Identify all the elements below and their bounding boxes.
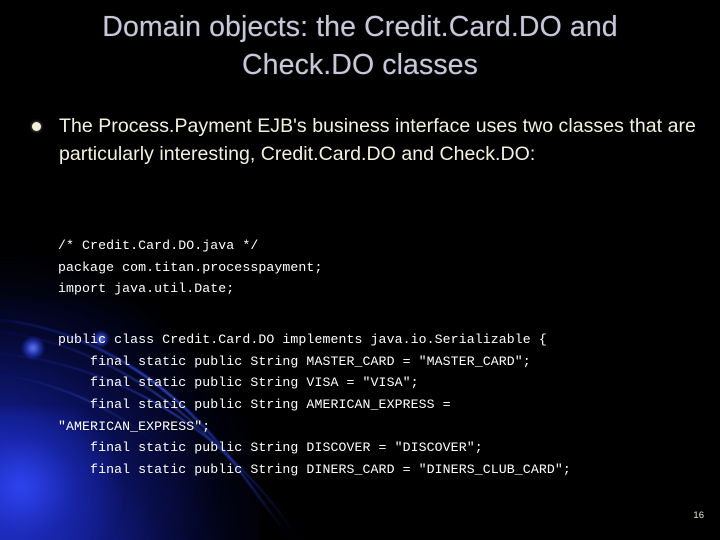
code-line: final static public String MASTER_CARD =… <box>58 353 531 369</box>
bullet-list: The Process.Payment EJB's business inter… <box>28 113 698 168</box>
list-item: The Process.Payment EJB's business inter… <box>28 113 698 168</box>
code-line: package com.titan.processpayment; <box>58 259 323 275</box>
bullet-point-icon <box>32 122 41 131</box>
code-line: "AMERICAN_EXPRESS"; <box>58 418 211 434</box>
slide-title: Domain objects: the Credit.Card.DO and C… <box>102 11 618 81</box>
code-line: final static public String AMERICAN_EXPR… <box>58 396 451 412</box>
bullet-item-label: The Process.Payment EJB's business inter… <box>59 115 696 165</box>
code-line: /* Credit.Card.DO.java */ <box>58 238 259 253</box>
slide-content: Domain objects: the Credit.Card.DO and C… <box>0 0 720 540</box>
code-line: final static public String DINERS_CARD =… <box>58 461 571 477</box>
code-block-body: public class Credit.Card.DO implements j… <box>58 329 571 480</box>
code-block-header: /* Credit.Card.DO.java */ package com.tit… <box>58 235 322 300</box>
code-line: public class Credit.Card.DO implements j… <box>58 332 547 347</box>
code-line: import java.util.Date; <box>58 281 235 297</box>
slide-number: 16 <box>693 510 704 521</box>
code-line: final static public String VISA = "VISA"… <box>58 375 419 391</box>
code-line: final static public String DISCOVER = "D… <box>58 440 483 456</box>
